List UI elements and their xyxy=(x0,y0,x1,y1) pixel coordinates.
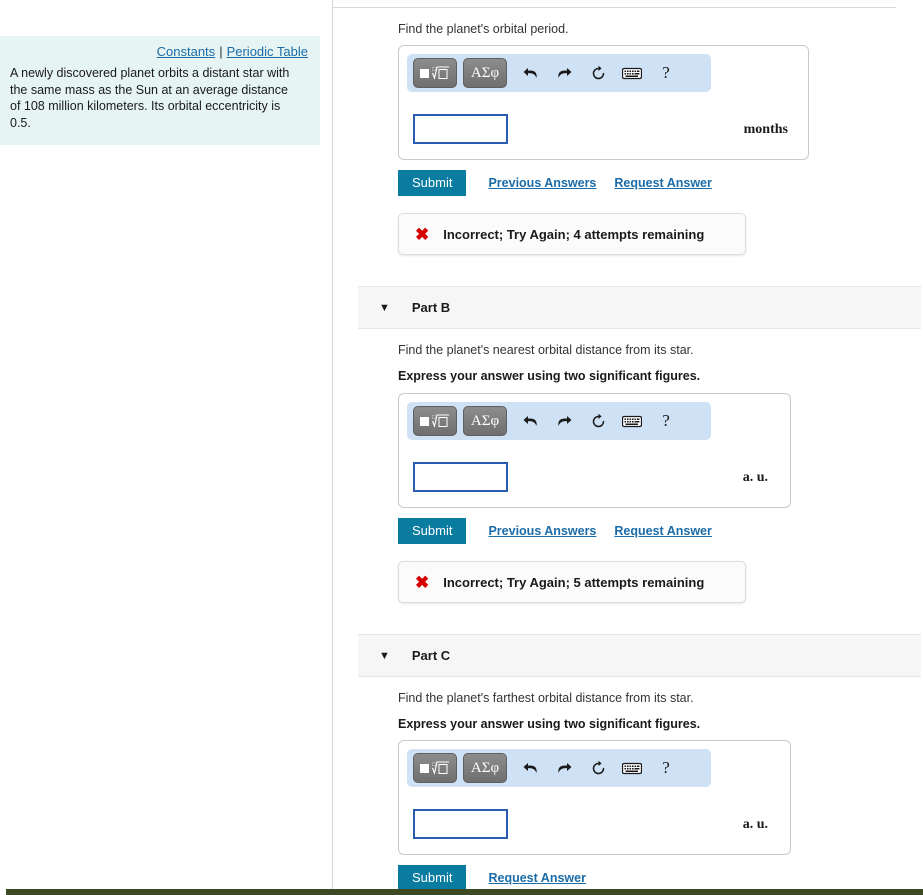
part-b-prompt: Find the planet's nearest orbital distan… xyxy=(398,343,694,357)
redo-icon[interactable] xyxy=(547,407,581,435)
chevron-down-icon: ▼ xyxy=(379,649,390,662)
part-a-prompt-wrap: Find the planet's orbital period. xyxy=(398,21,569,37)
reference-links: Constants | Periodic Table xyxy=(0,36,320,63)
part-b-submit-row: Submit Previous Answers Request Answer xyxy=(398,518,712,544)
part-c-request-answer-link[interactable]: Request Answer xyxy=(488,871,585,885)
part-a-request-answer-link[interactable]: Request Answer xyxy=(614,176,711,190)
part-c-math-toolbar: □ ΑΣφ ? xyxy=(407,749,711,787)
footer-left-gap xyxy=(0,889,6,895)
math-template-button[interactable]: □ xyxy=(413,406,457,436)
part-b-answer-input[interactable] xyxy=(413,462,508,492)
right-panel: Find the planet's orbital period. □ ΑΣφ xyxy=(333,0,923,891)
keyboard-icon[interactable] xyxy=(615,754,649,782)
help-label: ? xyxy=(662,411,670,430)
incorrect-icon: ✖ xyxy=(415,224,430,244)
part-b-submit-button[interactable]: Submit xyxy=(398,518,467,544)
part-b-sigfig-note: Express your answer using two significan… xyxy=(398,369,701,383)
part-b-prompt-wrap: Find the planet's nearest orbital distan… xyxy=(398,342,700,384)
undo-icon[interactable] xyxy=(513,59,547,87)
part-b-previous-answers-link[interactable]: Previous Answers xyxy=(488,524,596,538)
redo-icon[interactable] xyxy=(547,59,581,87)
part-c-sigfig-note: Express your answer using two significan… xyxy=(398,717,701,731)
part-b-math-toolbar: □ ΑΣφ ? xyxy=(407,402,711,440)
links-separator: | xyxy=(219,44,223,59)
problem-statement: A newly discovered planet orbits a dista… xyxy=(10,66,290,130)
help-icon[interactable]: ? xyxy=(649,407,683,435)
part-b-title: Part B xyxy=(411,300,451,315)
part-c-submit-row: Submit Request Answer xyxy=(398,865,586,891)
periodic-table-link[interactable]: Periodic Table xyxy=(227,44,308,59)
math-template-icon: □ xyxy=(420,414,449,428)
part-c-submit-button[interactable]: Submit xyxy=(398,865,467,891)
left-panel: Constants | Periodic Table A newly discove… xyxy=(0,0,332,889)
keyboard-icon[interactable] xyxy=(615,59,649,87)
part-c-answer-box: □ ΑΣφ ? a. u. xyxy=(398,740,791,855)
greek-symbols-button[interactable]: ΑΣφ xyxy=(463,58,507,88)
page-root: Constants | Periodic Table A newly discove… xyxy=(0,0,923,895)
part-b-header[interactable]: ▼ Part B xyxy=(358,286,921,329)
part-a-previous-answers-link[interactable]: Previous Answers xyxy=(488,176,596,190)
reset-icon[interactable] xyxy=(581,754,615,782)
greek-symbols-button[interactable]: ΑΣφ xyxy=(463,406,507,436)
math-template-button[interactable]: □ xyxy=(413,753,457,783)
part-c-header[interactable]: ▼ Part C xyxy=(358,634,921,677)
chevron-down-icon: ▼ xyxy=(379,301,390,314)
part-a-answer-box: □ ΑΣφ ? months xyxy=(398,45,809,160)
part-b-unit: a. u. xyxy=(742,470,768,485)
part-c-title: Part C xyxy=(411,648,451,663)
part-b-feedback-text: Incorrect; Try Again; 5 attempts remaini… xyxy=(443,574,705,590)
greek-symbols-button[interactable]: ΑΣφ xyxy=(463,753,507,783)
part-c-prompt-wrap: Find the planet's farthest orbital dista… xyxy=(398,690,700,732)
part-a-submit-button[interactable]: Submit xyxy=(398,170,467,196)
part-a-unit: months xyxy=(743,122,788,137)
part-a-feedback: ✖ Incorrect; Try Again; 4 attempts remai… xyxy=(398,213,746,255)
part-a-feedback-text: Incorrect; Try Again; 4 attempts remaini… xyxy=(443,226,705,242)
help-icon[interactable]: ? xyxy=(649,59,683,87)
part-b-feedback: ✖ Incorrect; Try Again; 5 attempts remai… xyxy=(398,561,746,603)
part-a-answer-input[interactable] xyxy=(413,114,508,144)
reset-icon[interactable] xyxy=(581,407,615,435)
redo-icon[interactable] xyxy=(547,754,581,782)
math-template-button[interactable]: □ xyxy=(413,58,457,88)
math-template-icon: □ xyxy=(420,66,449,80)
undo-icon[interactable] xyxy=(513,407,547,435)
constants-link[interactable]: Constants xyxy=(157,44,216,59)
part-a-submit-row: Submit Previous Answers Request Answer xyxy=(398,170,712,196)
part-c-answer-input[interactable] xyxy=(413,809,508,839)
greek-symbols-label: ΑΣφ xyxy=(470,412,500,429)
incorrect-icon: ✖ xyxy=(415,572,430,592)
part-a-math-toolbar: □ ΑΣφ ? xyxy=(407,54,711,92)
reset-icon[interactable] xyxy=(581,59,615,87)
undo-icon[interactable] xyxy=(513,754,547,782)
part-c-unit: a. u. xyxy=(742,817,768,832)
footer-bar xyxy=(0,889,923,895)
keyboard-icon[interactable] xyxy=(615,407,649,435)
greek-symbols-label: ΑΣφ xyxy=(470,759,500,776)
help-label: ? xyxy=(662,758,670,777)
problem-card: Constants | Periodic Table A newly discove… xyxy=(0,36,320,145)
help-icon[interactable]: ? xyxy=(649,754,683,782)
part-c-prompt: Find the planet's farthest orbital dista… xyxy=(398,691,694,705)
part-b-answer-box: □ ΑΣφ ? a. u. xyxy=(398,393,791,508)
part-b-request-answer-link[interactable]: Request Answer xyxy=(614,524,711,538)
help-label: ? xyxy=(662,63,670,82)
greek-symbols-label: ΑΣφ xyxy=(470,64,500,81)
part-a-prompt: Find the planet's orbital period. xyxy=(398,22,569,36)
math-template-icon: □ xyxy=(420,761,449,775)
